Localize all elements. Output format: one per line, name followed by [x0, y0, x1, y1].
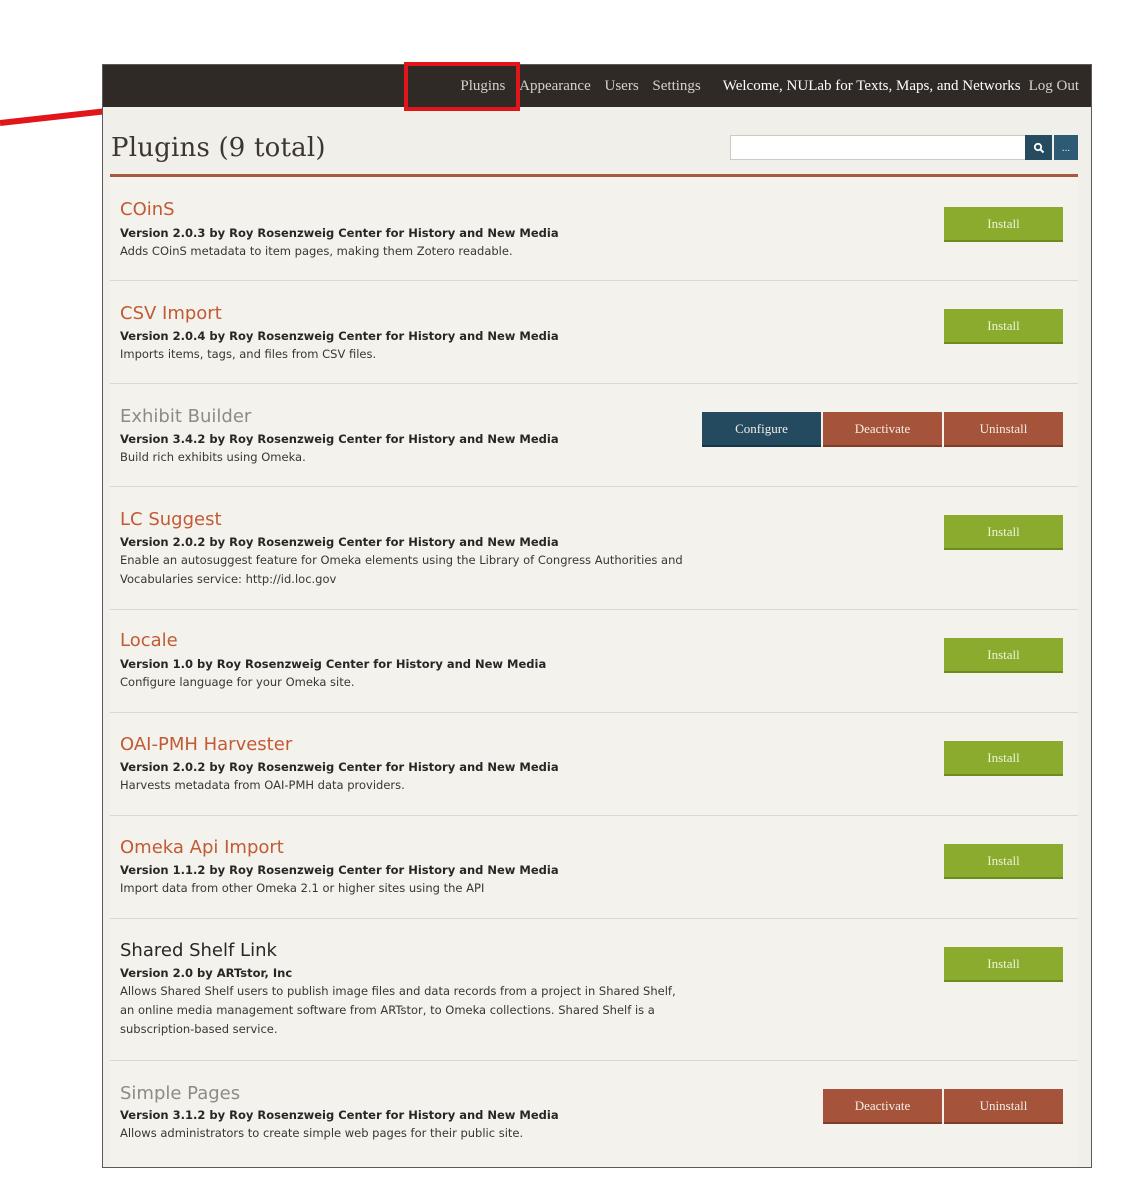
nav-settings[interactable]: Settings [652, 78, 700, 94]
uninstall-button[interactable]: Uninstall [944, 412, 1063, 447]
deactivate-button[interactable]: Deactivate [823, 412, 942, 447]
plugin-version: Version 2.0.4 by Roy Rosenzweig Center f… [120, 329, 559, 343]
plugin-version: Version 2.0 by ARTstor, Inc [120, 966, 293, 980]
install-button[interactable]: Install [944, 207, 1063, 242]
plugin-row-locale: Locale Version 1.0 by Roy Rosenzweig Cen… [110, 610, 1078, 713]
install-button[interactable]: Install [944, 947, 1063, 982]
plugin-description: Harvests metadata from OAI-PMH data prov… [120, 778, 405, 792]
plugin-row-omeka-api-import: Omeka Api Import Version 1.1.2 by Roy Ro… [110, 816, 1078, 919]
search-input[interactable] [730, 135, 1030, 160]
install-button[interactable]: Install [944, 741, 1063, 776]
plugin-version: Version 2.0.2 by Roy Rosenzweig Center f… [120, 535, 559, 549]
plugin-row-lc-suggest: LC Suggest Version 2.0.2 by Roy Rosenzwe… [110, 487, 1078, 610]
install-button[interactable]: Install [944, 515, 1063, 550]
install-button[interactable]: Install [944, 638, 1063, 673]
plugin-name[interactable]: Omeka Api Import [120, 837, 284, 858]
plugin-name[interactable]: Simple Pages [120, 1083, 240, 1104]
plugin-description: Allows administrators to create simple w… [120, 1126, 524, 1140]
plugin-row-coins: COinS Version 2.0.3 by Roy Rosenzweig Ce… [110, 177, 1078, 281]
plugin-row-csv-import: CSV Import Version 2.0.4 by Roy Rosenzwe… [110, 281, 1078, 384]
uninstall-button[interactable]: Uninstall [944, 1089, 1063, 1124]
admin-window: Plugins Appearance Users Settings Welcom… [102, 64, 1092, 1168]
plugin-description: Import data from other Omeka 2.1 or high… [120, 881, 485, 895]
plugin-name[interactable]: Locale [120, 630, 178, 651]
install-button[interactable]: Install [944, 844, 1063, 879]
nav-appearance[interactable]: Appearance [519, 78, 591, 94]
search-button[interactable] [1025, 135, 1052, 160]
install-button[interactable]: Install [944, 309, 1063, 344]
search-icon [1033, 142, 1044, 153]
plugin-version: Version 1.0 by Roy Rosenzweig Center for… [120, 657, 547, 671]
plugin-name[interactable]: CSV Import [120, 303, 222, 324]
plugin-name[interactable]: OAI-PMH Harvester [120, 734, 292, 755]
top-navigation-bar: Plugins Appearance Users Settings Welcom… [103, 65, 1091, 107]
plugin-name[interactable]: LC Suggest [120, 509, 222, 530]
plugin-version: Version 2.0.2 by Roy Rosenzweig Center f… [120, 760, 559, 774]
deactivate-button[interactable]: Deactivate [823, 1089, 942, 1124]
configure-button[interactable]: Configure [702, 412, 821, 447]
plugin-description: Configure language for your Omeka site. [120, 675, 355, 689]
plugin-version: Version 2.0.3 by Roy Rosenzweig Center f… [120, 226, 559, 240]
advanced-search-button[interactable]: ... [1054, 135, 1078, 160]
plugin-row-shared-shelf-link: Shared Shelf Link Version 2.0 by ARTstor… [110, 919, 1078, 1061]
plugin-row-simple-pages: Simple Pages Version 3.1.2 by Roy Rosenz… [110, 1061, 1078, 1167]
plugin-row-exhibit-builder: Exhibit Builder Version 3.4.2 by Roy Ros… [110, 384, 1078, 487]
welcome-user[interactable]: Welcome, NULab for Texts, Maps, and Netw… [723, 78, 1021, 95]
plugin-version: Version 3.1.2 by Roy Rosenzweig Center f… [120, 1108, 559, 1122]
plugin-row-oai-pmh-harvester: OAI-PMH Harvester Version 2.0.2 by Roy R… [110, 713, 1078, 816]
plugin-name[interactable]: Exhibit Builder [120, 406, 251, 427]
plugin-description: Imports items, tags, and files from CSV … [120, 347, 377, 361]
plugin-description: Enable an autosuggest feature for Omeka … [120, 553, 683, 586]
plugin-version: Version 3.4.2 by Roy Rosenzweig Center f… [120, 432, 559, 446]
plugin-name[interactable]: Shared Shelf Link [120, 940, 277, 961]
plugin-list: COinS Version 2.0.3 by Roy Rosenzweig Ce… [110, 177, 1078, 1167]
plugin-description: Allows Shared Shelf users to publish ima… [120, 984, 676, 1036]
logout-link[interactable]: Log Out [1029, 78, 1079, 95]
page-title: Plugins (9 total) [111, 133, 326, 163]
plugin-name[interactable]: COinS [120, 199, 175, 220]
plugin-description: Adds COinS metadata to item pages, makin… [120, 244, 513, 258]
plugin-description: Build rich exhibits using Omeka. [120, 450, 306, 464]
plugin-version: Version 1.1.2 by Roy Rosenzweig Center f… [120, 863, 559, 877]
annotation-highlight-box [404, 62, 520, 111]
nav-users[interactable]: Users [605, 78, 639, 94]
